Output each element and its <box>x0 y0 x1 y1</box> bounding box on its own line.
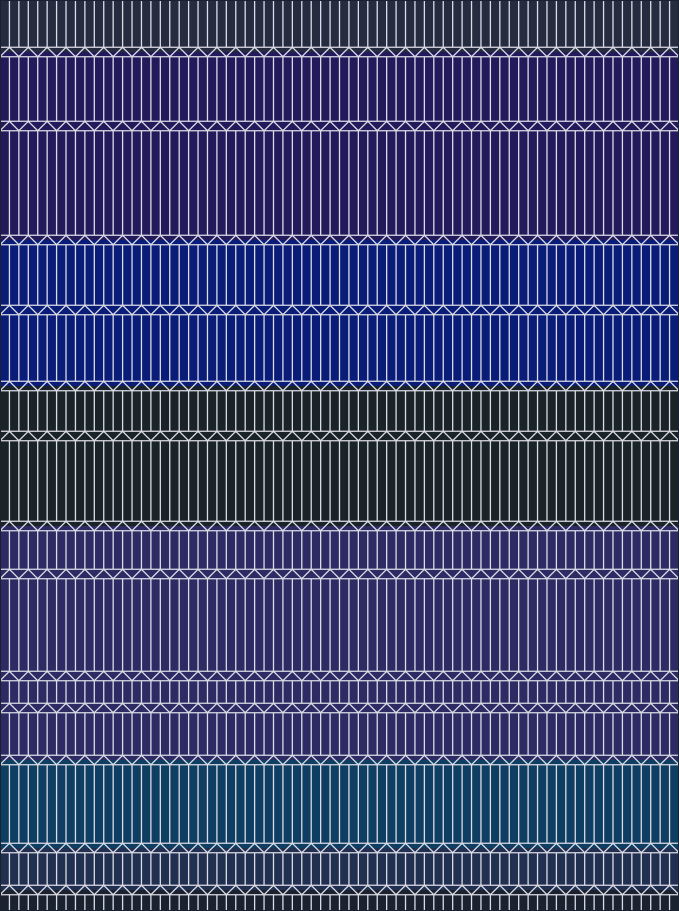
tile-pattern <box>0 0 679 911</box>
